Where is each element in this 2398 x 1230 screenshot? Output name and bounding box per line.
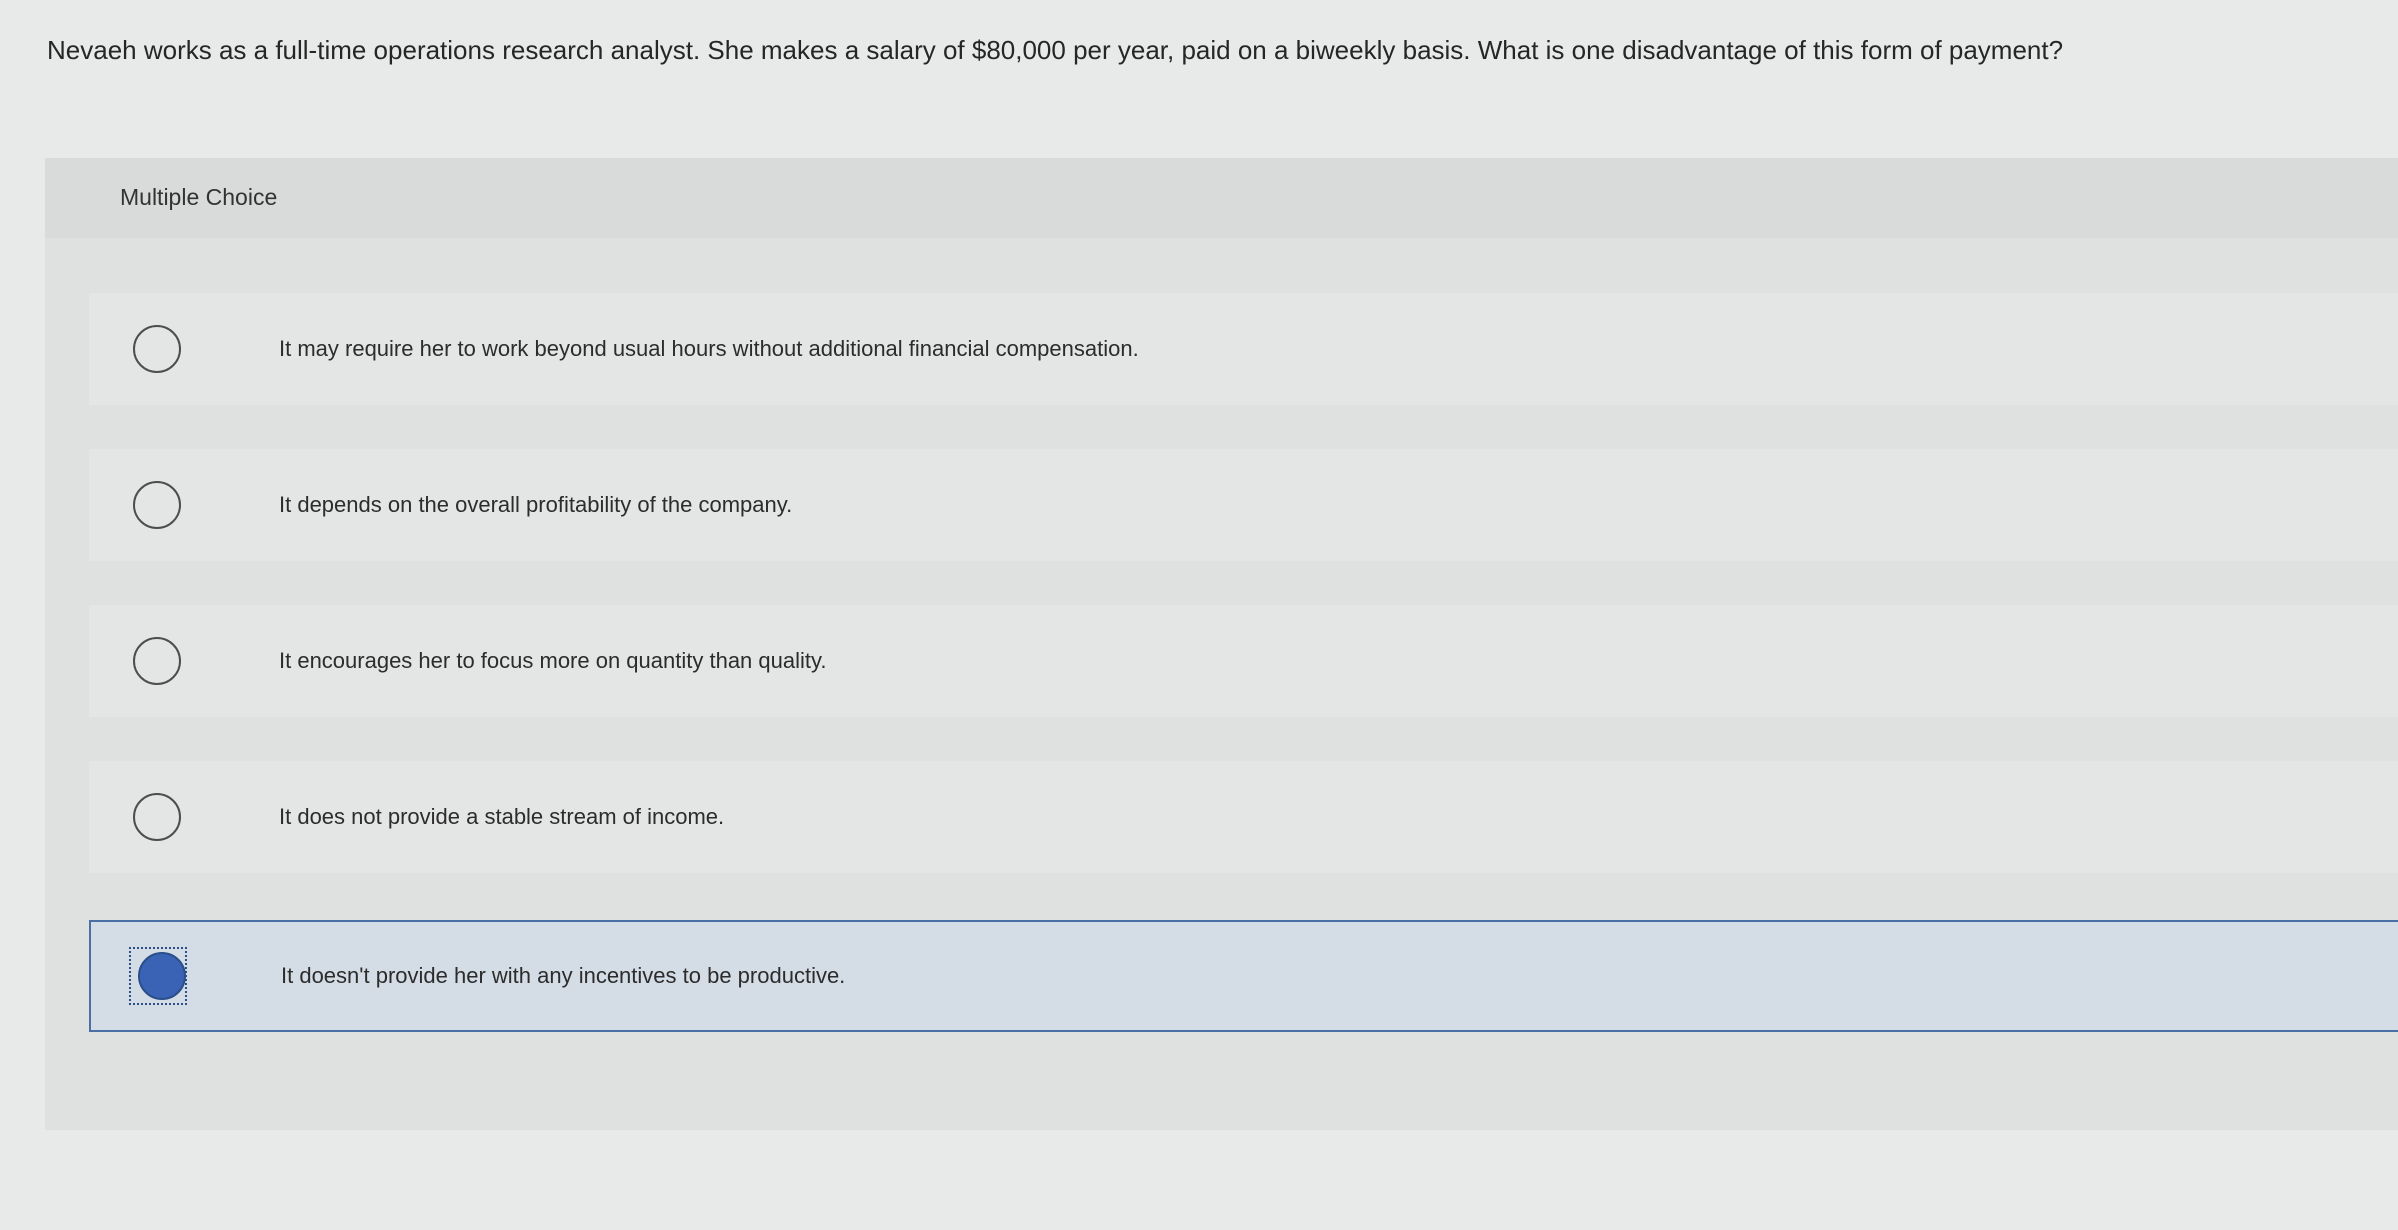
- question-text: Nevaeh works as a full-time operations r…: [47, 35, 2064, 65]
- panel-title: Multiple Choice: [120, 184, 278, 210]
- choice-label: It does not provide a stable stream of i…: [279, 804, 725, 829]
- radio-button-icon[interactable]: [133, 637, 181, 685]
- multiple-choice-panel: Multiple Choice It may require her to wo…: [45, 158, 2398, 1130]
- choice-label: It doesn't provide her with any incentiv…: [281, 963, 846, 988]
- choice-label: It depends on the overall profitability …: [279, 492, 793, 517]
- choice-option-5-selected[interactable]: It doesn't provide her with any incentiv…: [89, 920, 2398, 1032]
- choice-option-4[interactable]: It does not provide a stable stream of i…: [89, 761, 2398, 873]
- choice-option-2[interactable]: It depends on the overall profitability …: [89, 449, 2398, 561]
- choice-label: It may require her to work beyond usual …: [279, 336, 1139, 361]
- radio-button-icon[interactable]: [133, 793, 181, 841]
- radio-button-icon[interactable]: [133, 481, 181, 529]
- radio-button-selected-icon[interactable]: [138, 952, 186, 1000]
- choice-label: It encourages her to focus more on quant…: [279, 648, 827, 673]
- choice-option-3[interactable]: It encourages her to focus more on quant…: [89, 605, 2398, 717]
- choice-option-1[interactable]: It may require her to work beyond usual …: [89, 293, 2398, 405]
- radio-button-icon[interactable]: [133, 325, 181, 373]
- panel-header: Multiple Choice: [45, 158, 2398, 238]
